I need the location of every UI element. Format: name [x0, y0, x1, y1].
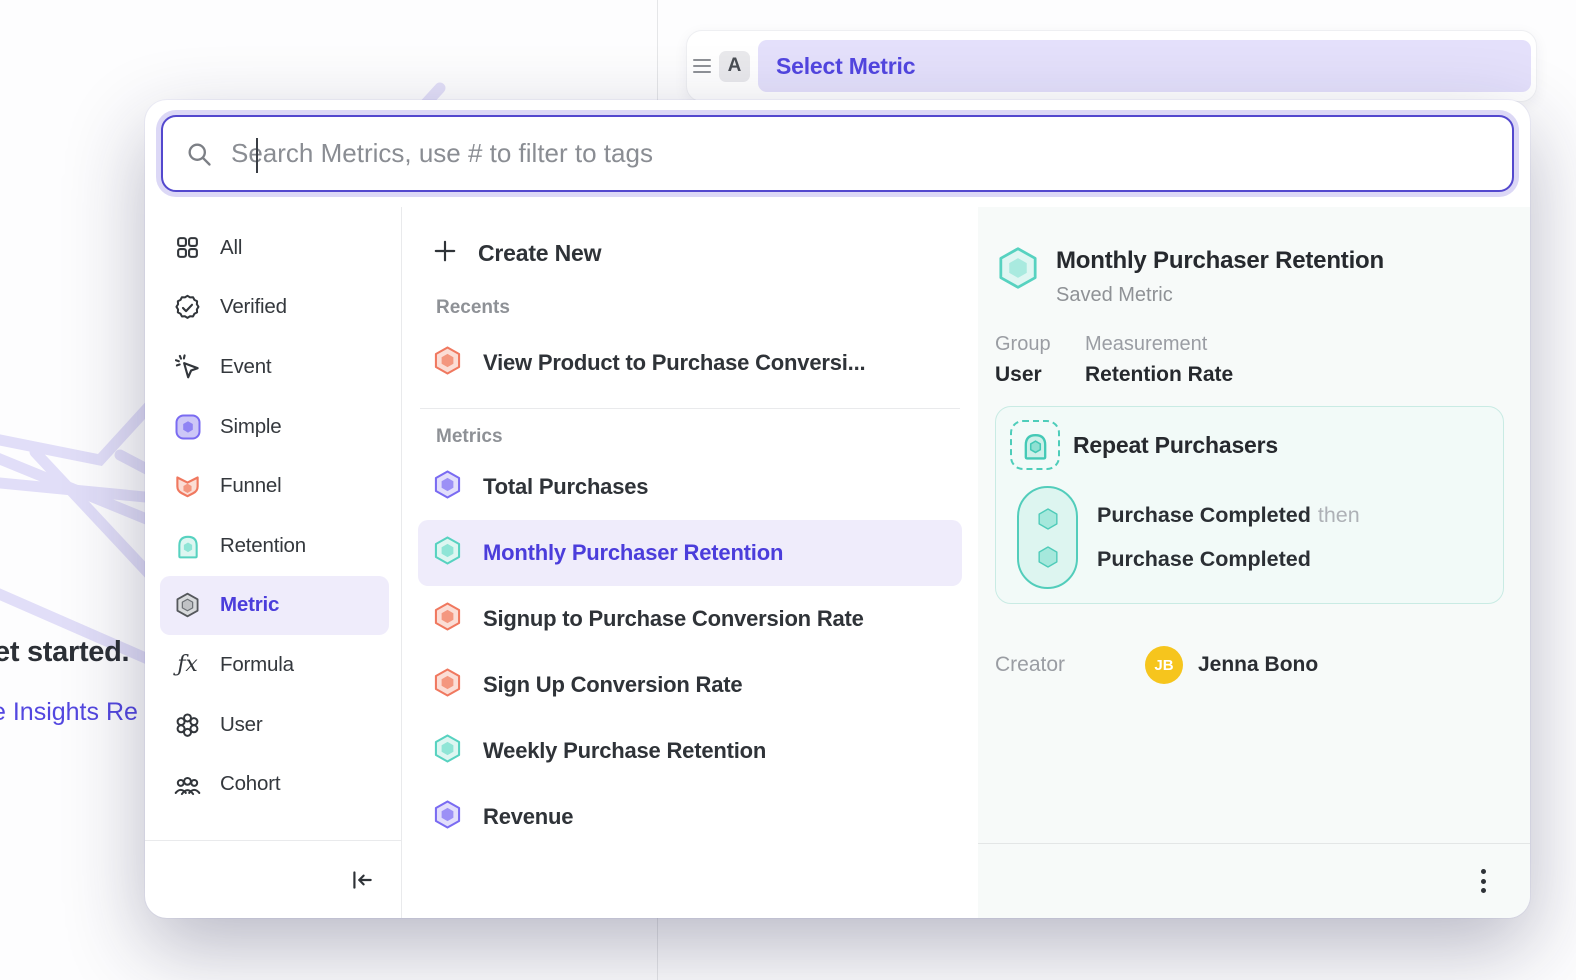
formula-icon: ƒx — [174, 651, 201, 678]
sidebar-item-label: All — [220, 236, 242, 260]
background-headline-fragment: et started. — [0, 636, 129, 669]
funnel-metric-hexagon-icon — [432, 601, 463, 637]
metric-row-label: Revenue — [483, 804, 573, 830]
metric-row-revenue[interactable]: Revenue — [418, 784, 962, 850]
metric-row-label: Monthly Purchaser Retention — [483, 540, 783, 566]
retention-metric-hexagon-icon-large — [995, 245, 1041, 307]
retention-icon — [174, 532, 201, 559]
sidebar-item-label: User — [220, 713, 262, 737]
plus-icon — [432, 238, 458, 269]
simple-metric-hexagon-icon — [432, 469, 463, 505]
metric-row-label: Total Purchases — [483, 474, 648, 500]
funnel-metric-hexagon-icon — [432, 345, 463, 381]
metric-list-column: Create New Recents View Product to Purch… — [402, 207, 978, 918]
creator-name: Jenna Bono — [1198, 653, 1318, 677]
recent-metric-row[interactable]: View Product to Purchase Conversi... — [418, 331, 962, 395]
search-box[interactable] — [161, 115, 1514, 192]
funnel-metric-hexagon-icon — [432, 667, 463, 703]
detail-subtitle: Saved Metric — [1056, 284, 1384, 307]
filter-sidebar: All Verified — [145, 207, 402, 918]
sidebar-item-label: Event — [220, 355, 271, 379]
text-caret — [256, 138, 258, 173]
retention-step-2: Purchase Completed — [1097, 547, 1311, 571]
retention-step-1: Purchase Completed — [1097, 503, 1311, 527]
detail-footer — [978, 843, 1530, 918]
drag-handle-icon[interactable] — [693, 59, 711, 73]
background-insights-link[interactable]: e Insights Re — [0, 698, 138, 727]
sidebar-item-verified[interactable]: Verified — [160, 278, 389, 338]
metric-hexagon-icon — [174, 592, 201, 619]
sidebar-item-label: Cohort — [220, 772, 280, 796]
retention-metric-hexagon-icon — [432, 733, 463, 769]
metric-row-label: Weekly Purchase Retention — [483, 738, 766, 764]
grid-icon — [174, 234, 201, 261]
sidebar-item-formula[interactable]: ƒx Formula — [160, 635, 389, 695]
creator-avatar[interactable]: JB — [1145, 646, 1183, 684]
retention-steps-capsule-icon — [1017, 486, 1078, 589]
creator-label: Creator — [995, 653, 1145, 677]
metric-row-label: Signup to Purchase Conversion Rate — [483, 606, 864, 632]
metric-row-signup-to-purchase-conversion-rate[interactable]: Signup to Purchase Conversion Rate — [418, 586, 962, 652]
cursor-click-icon — [174, 353, 201, 380]
metrics-header: Metrics — [436, 426, 962, 448]
saved-card-title: Repeat Purchasers — [1073, 432, 1278, 459]
sidebar-item-cohort[interactable]: Cohort — [160, 754, 389, 814]
saved-metric-definition-card: Repeat Purchasers — [995, 406, 1504, 604]
simple-metric-hexagon-icon — [432, 799, 463, 835]
sidebar-item-metric[interactable]: Metric — [160, 576, 389, 636]
metric-row-monthly-purchaser-retention[interactable]: Monthly Purchaser Retention — [418, 520, 962, 586]
collapse-sidebar-icon[interactable] — [349, 867, 375, 893]
list-divider — [420, 408, 960, 409]
group-label: Group — [995, 333, 1061, 356]
sidebar-item-all[interactable]: All — [160, 218, 389, 278]
user-cluster-icon — [174, 711, 201, 738]
search-section — [145, 100, 1530, 192]
metric-row-weekly-purchase-retention[interactable]: Weekly Purchase Retention — [418, 718, 962, 784]
recents-header: Recents — [436, 297, 962, 319]
sidebar-item-label: Formula — [220, 653, 294, 677]
sidebar-footer — [145, 840, 401, 918]
metric-row-badge[interactable]: A — [719, 51, 750, 82]
measurement-label: Measurement — [1085, 333, 1233, 356]
recent-metric-label: View Product to Purchase Conversi... — [483, 350, 865, 376]
create-new-button[interactable]: Create New — [418, 224, 962, 282]
metric-row-sign-up-conversion-rate[interactable]: Sign Up Conversion Rate — [418, 652, 962, 718]
cohort-icon — [174, 771, 201, 798]
metric-row-card: A Select Metric — [686, 30, 1537, 102]
sidebar-item-retention[interactable]: Retention — [160, 516, 389, 576]
retention-metric-hexagon-icon — [432, 535, 463, 571]
metric-detail-panel: Monthly Purchaser Retention Saved Metric… — [978, 207, 1530, 918]
retention-steps-icon — [1010, 420, 1060, 470]
group-value: User — [995, 363, 1061, 387]
sidebar-item-simple[interactable]: Simple — [160, 397, 389, 457]
sidebar-item-label: Retention — [220, 534, 306, 558]
metric-row-total-purchases[interactable]: Total Purchases — [418, 454, 962, 520]
select-metric-label: Select Metric — [776, 53, 915, 80]
simple-metric-icon — [174, 413, 201, 440]
verified-badge-icon — [174, 294, 201, 321]
measurement-value: Retention Rate — [1085, 363, 1233, 387]
retention-step-connector: then — [1318, 503, 1360, 527]
funnel-icon — [174, 473, 201, 500]
select-metric-dropdown[interactable]: Select Metric — [758, 40, 1531, 92]
detail-title: Monthly Purchaser Retention — [1056, 245, 1384, 275]
sidebar-item-funnel[interactable]: Funnel — [160, 456, 389, 516]
search-input[interactable] — [231, 138, 1490, 169]
more-options-icon[interactable] — [1475, 863, 1492, 899]
sidebar-item-label: Simple — [220, 415, 281, 439]
sidebar-item-user[interactable]: User — [160, 695, 389, 755]
sidebar-item-event[interactable]: Event — [160, 337, 389, 397]
sidebar-item-label: Metric — [220, 593, 279, 617]
create-new-label: Create New — [478, 240, 601, 267]
sidebar-item-label: Verified — [220, 295, 287, 319]
search-icon — [185, 140, 213, 168]
metric-row-label: Sign Up Conversion Rate — [483, 672, 742, 698]
metric-picker-modal: All Verified — [145, 100, 1530, 918]
sidebar-item-label: Funnel — [220, 474, 281, 498]
